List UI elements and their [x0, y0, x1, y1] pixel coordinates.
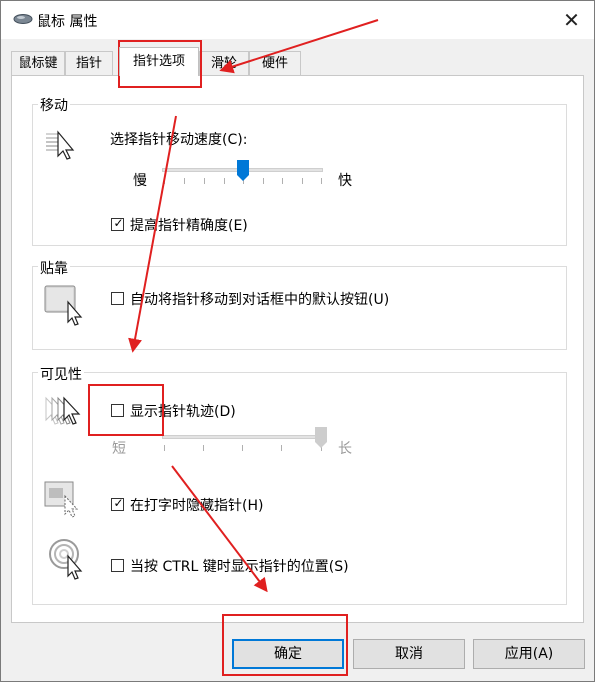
speed-tick: [224, 178, 225, 184]
close-button[interactable]: ✕: [549, 1, 594, 39]
tab-hardware[interactable]: 硬件: [249, 51, 301, 75]
fast-label: 快: [338, 173, 352, 189]
snap-checkbox[interactable]: ✓: [111, 292, 124, 305]
precision-label[interactable]: 提高指针精确度(E): [130, 215, 248, 235]
tab-buttons[interactable]: 鼠标键: [11, 51, 65, 75]
ok-button[interactable]: 确定: [232, 639, 344, 669]
speed-tick: [164, 178, 165, 184]
window-title: 鼠标 属性: [37, 14, 98, 30]
snap-label[interactable]: 自动将指针移动到对话框中的默认按钮(U): [130, 289, 389, 309]
hide-checkbox[interactable]: ✓: [111, 496, 124, 511]
speed-tick: [321, 178, 322, 184]
visibility-group-title: 可见性: [38, 364, 84, 384]
slow-label: 慢: [133, 173, 147, 189]
mouse-app-icon: [13, 14, 33, 24]
check-icon: ✓: [113, 216, 124, 230]
apply-button[interactable]: 应用(A): [473, 639, 585, 669]
speed-tick: [302, 178, 303, 184]
ctrl-locate-icon: [49, 539, 83, 580]
title-bar: 鼠标 属性 ✕: [1, 1, 594, 39]
trail-slider-track: [162, 435, 323, 439]
speed-tick: [263, 178, 264, 184]
short-label: 短: [112, 441, 126, 457]
mouse-properties-window: 鼠标 属性 ✕ 鼠标键 指针 指针选项 滑轮 硬件 移动 选择指针移动速度(C)…: [0, 0, 595, 682]
pointer-options-panel: 移动 选择指针移动速度(C): 慢 快 ✓ 提高指针精确度(E) 贴靠 自动将指…: [11, 75, 584, 623]
ctrl-label[interactable]: 当按 CTRL 键时显示指针的位置(S): [130, 556, 349, 576]
trail-tick: [281, 445, 282, 451]
long-label: 长: [338, 441, 352, 457]
ctrl-checkbox[interactable]: ✓: [111, 559, 124, 572]
speed-tick: [282, 178, 283, 184]
pointer-speed-icon: [46, 130, 75, 160]
tab-wheel[interactable]: 滑轮: [199, 51, 249, 75]
hide-while-typing-icon: [44, 481, 79, 518]
motion-group-title: 移动: [38, 95, 70, 115]
trail-tick: [203, 445, 204, 451]
snap-group-title: 贴靠: [38, 258, 70, 278]
tab-pointers[interactable]: 指针: [65, 51, 113, 75]
hide-label[interactable]: 在打字时隐藏指针(H): [130, 495, 263, 515]
speed-tick: [204, 178, 205, 184]
check-icon: ✓: [113, 496, 124, 510]
trails-label[interactable]: 显示指针轨迹(D): [130, 401, 236, 421]
trail-tick: [242, 445, 243, 451]
speed-slider-thumb[interactable]: [236, 160, 249, 182]
cancel-button[interactable]: 取消: [353, 639, 465, 669]
trails-checkbox[interactable]: ✓: [111, 404, 124, 417]
precision-checkbox[interactable]: ✓: [111, 216, 124, 231]
speed-label: 选择指针移动速度(C):: [110, 132, 248, 148]
speed-tick: [184, 178, 185, 184]
trail-slider-thumb[interactable]: [315, 427, 327, 449]
pointer-trails-icon: [45, 396, 81, 425]
snap-to-icon: [44, 285, 83, 326]
tab-pointer-options[interactable]: 指针选项: [119, 47, 199, 76]
trail-tick: [164, 445, 165, 451]
close-icon: ✕: [563, 8, 580, 32]
